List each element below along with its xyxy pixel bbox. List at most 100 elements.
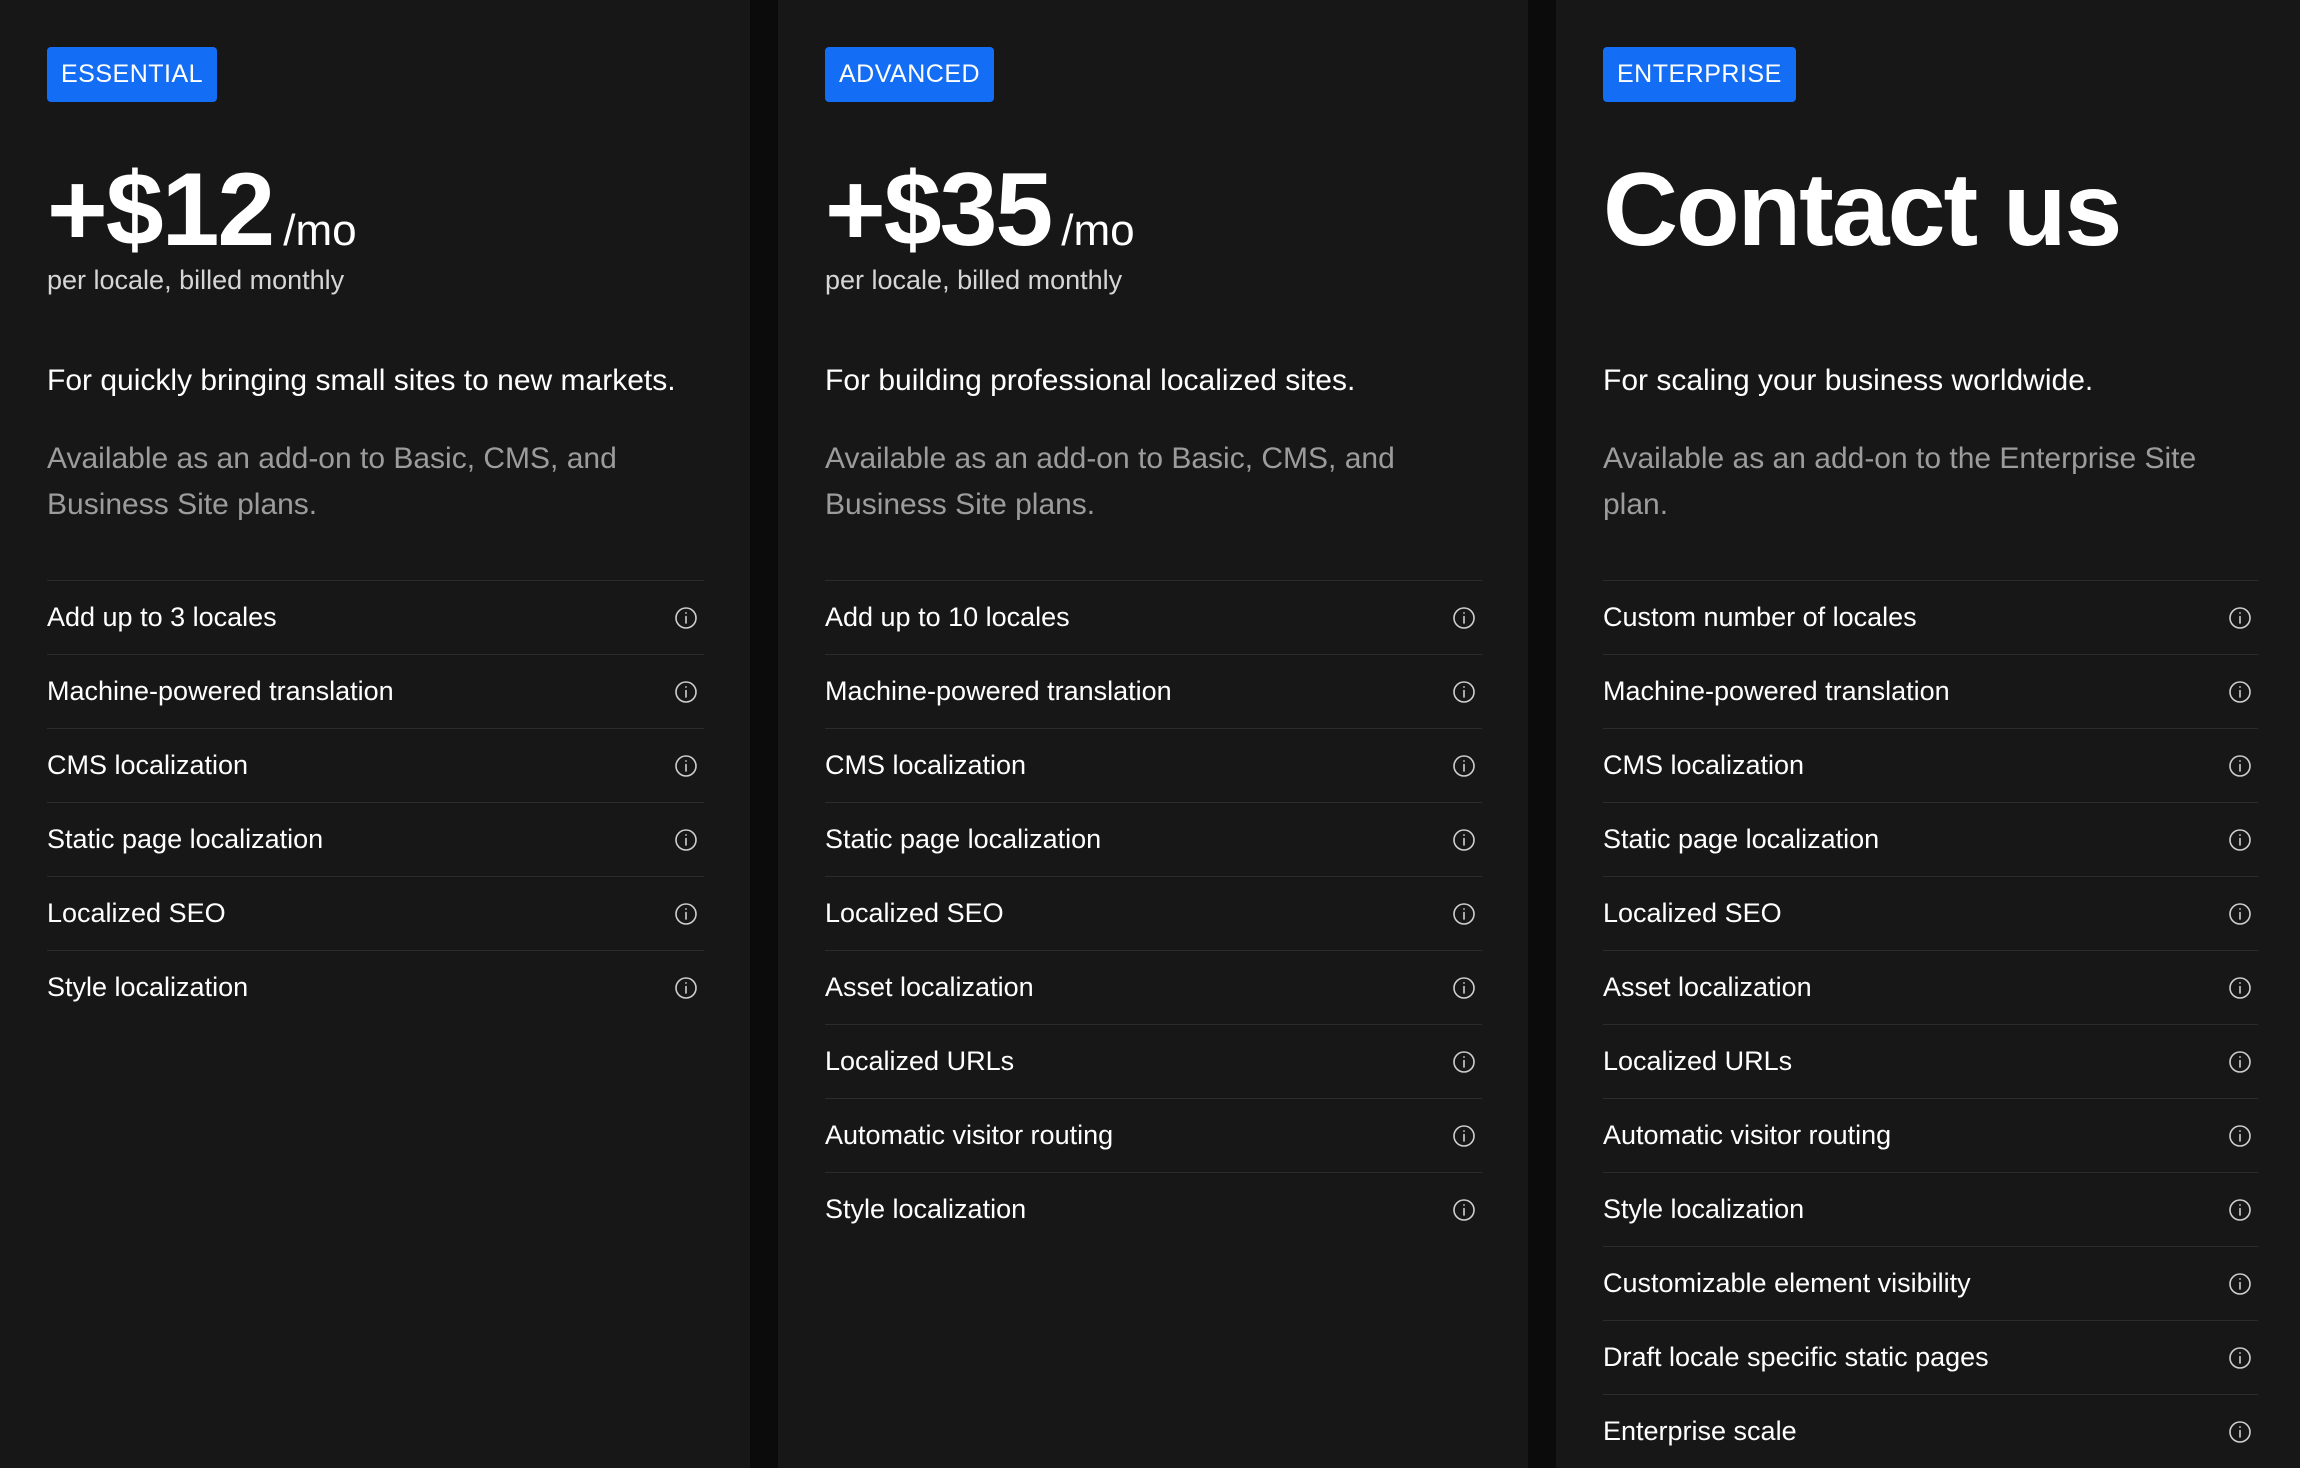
info-circle-icon[interactable] [2228,1346,2252,1370]
feature-item: Style localization [47,950,704,1024]
feature-item: Asset localization [825,950,1482,1024]
info-circle-icon[interactable] [1452,1198,1476,1222]
price-unit: /mo [283,206,357,255]
feature-item: Machine-powered translation [47,654,704,728]
feature-label: Asset localization [1603,972,1812,1002]
plan-price: Contact us [1603,152,2122,268]
feature-item: Static page localization [1603,802,2258,876]
info-circle-icon[interactable] [674,828,698,852]
feature-item: Style localization [825,1172,1482,1246]
info-circle-icon[interactable] [1452,680,1476,704]
info-circle-icon[interactable] [2228,1420,2252,1444]
feature-label: Style localization [825,1194,1027,1224]
feature-label: Custom number of locales [1603,602,1917,632]
info-circle-icon[interactable] [1452,828,1476,852]
feature-item: CMS localization [47,728,704,802]
feature-item: Enterprise scale [1603,1394,2258,1468]
plan-badge: ENTERPRISE [1603,47,1796,102]
feature-label: Machine-powered translation [47,676,394,706]
feature-label: Enterprise scale [1603,1416,1797,1446]
feature-item: Custom number of locales [1603,580,2258,654]
info-circle-icon[interactable] [674,606,698,630]
price-unit: /mo [1061,206,1135,255]
feature-label: CMS localization [47,750,249,780]
feature-label: Customizable element visibility [1603,1268,1971,1298]
feature-label: Static page localization [47,824,324,854]
plan-tagline: For building professional localized site… [825,364,1356,397]
feature-item: Static page localization [47,802,704,876]
info-circle-icon[interactable] [1452,606,1476,630]
plan-tagline: For quickly bringing small sites to new … [47,364,676,397]
billing-note: per locale, billed monthly [825,265,1123,295]
feature-item: CMS localization [825,728,1482,802]
feature-label: Draft locale specific static pages [1603,1342,1989,1372]
feature-item: Localized URLs [1603,1024,2258,1098]
info-circle-icon[interactable] [1452,1124,1476,1148]
info-circle-icon[interactable] [2228,1198,2252,1222]
feature-label: Asset localization [825,972,1034,1002]
plan-availability: Available as an add-on to Basic, CMS, an… [47,442,617,521]
billing-note: per locale, billed monthly [47,265,345,295]
feature-label: Machine-powered translation [1603,676,1950,706]
plan-availability: Available as an add-on to Basic, CMS, an… [825,442,1395,521]
feature-item: Style localization [1603,1172,2258,1246]
feature-item: Static page localization [825,802,1482,876]
feature-label: Automatic visitor routing [1603,1120,1892,1150]
feature-item: Automatic visitor routing [825,1098,1482,1172]
info-circle-icon[interactable] [2228,754,2252,778]
price-amount: +$35 [825,152,1053,268]
feature-item: Add up to 3 locales [47,580,704,654]
feature-label: Localized URLs [1603,1046,1793,1076]
feature-item: Localized SEO [825,876,1482,950]
plan-badge: ADVANCED [825,47,995,102]
info-circle-icon[interactable] [674,902,698,926]
info-circle-icon[interactable] [1452,1050,1476,1074]
feature-label: Localized SEO [825,898,1004,928]
feature-label: CMS localization [1603,750,1805,780]
feature-label: Style localization [1603,1194,1805,1224]
feature-label: Automatic visitor routing [825,1120,1114,1150]
feature-label: CMS localization [825,750,1027,780]
info-circle-icon[interactable] [1452,754,1476,778]
feature-item: Customizable element visibility [1603,1246,2258,1320]
feature-label: Static page localization [825,824,1102,854]
feature-item: Draft locale specific static pages [1603,1320,2258,1394]
info-circle-icon[interactable] [2228,828,2252,852]
info-circle-icon[interactable] [674,754,698,778]
info-circle-icon[interactable] [2228,1272,2252,1296]
info-circle-icon[interactable] [2228,1124,2252,1148]
info-circle-icon[interactable] [2228,606,2252,630]
feature-label: Localized SEO [1603,898,1782,928]
price-amount: +$12 [47,152,275,268]
feature-label: Localized SEO [47,898,226,928]
info-circle-icon[interactable] [1452,976,1476,1000]
feature-item: Machine-powered translation [825,654,1482,728]
feature-label: Machine-powered translation [825,676,1172,706]
plan-card-enterprise: ENTERPRISE Contact us For scaling your b… [1556,0,2300,1468]
info-circle-icon[interactable] [674,976,698,1000]
feature-list: Add up to 10 locales Machine-powered tran… [825,580,1482,1246]
info-circle-icon[interactable] [674,680,698,704]
feature-item: Localized SEO [47,876,704,950]
plan-tagline: For scaling your business worldwide. [1603,364,2094,397]
plan-card-essential: ESSENTIAL +$12/mo per locale, billed mon… [0,0,750,1468]
feature-list: Custom number of locales Machine-powered … [1603,580,2258,1468]
feature-label: Style localization [47,972,249,1002]
info-circle-icon[interactable] [2228,976,2252,1000]
plan-card-advanced: ADVANCED +$35/mo per locale, billed mont… [778,0,1528,1468]
feature-item: Localized SEO [1603,876,2258,950]
feature-item: CMS localization [1603,728,2258,802]
feature-item: Add up to 10 locales [825,580,1482,654]
feature-label: Localized URLs [825,1046,1015,1076]
info-circle-icon[interactable] [2228,902,2252,926]
info-circle-icon[interactable] [2228,680,2252,704]
feature-label: Add up to 3 locales [47,602,277,632]
plan-availability: Available as an add-on to the Enterprise… [1603,442,2197,521]
info-circle-icon[interactable] [2228,1050,2252,1074]
feature-list: Add up to 3 locales Machine-powered trans… [47,580,704,1024]
feature-item: Automatic visitor routing [1603,1098,2258,1172]
info-circle-icon[interactable] [1452,902,1476,926]
feature-item: Machine-powered translation [1603,654,2258,728]
feature-label: Static page localization [1603,824,1880,854]
feature-item: Localized URLs [825,1024,1482,1098]
